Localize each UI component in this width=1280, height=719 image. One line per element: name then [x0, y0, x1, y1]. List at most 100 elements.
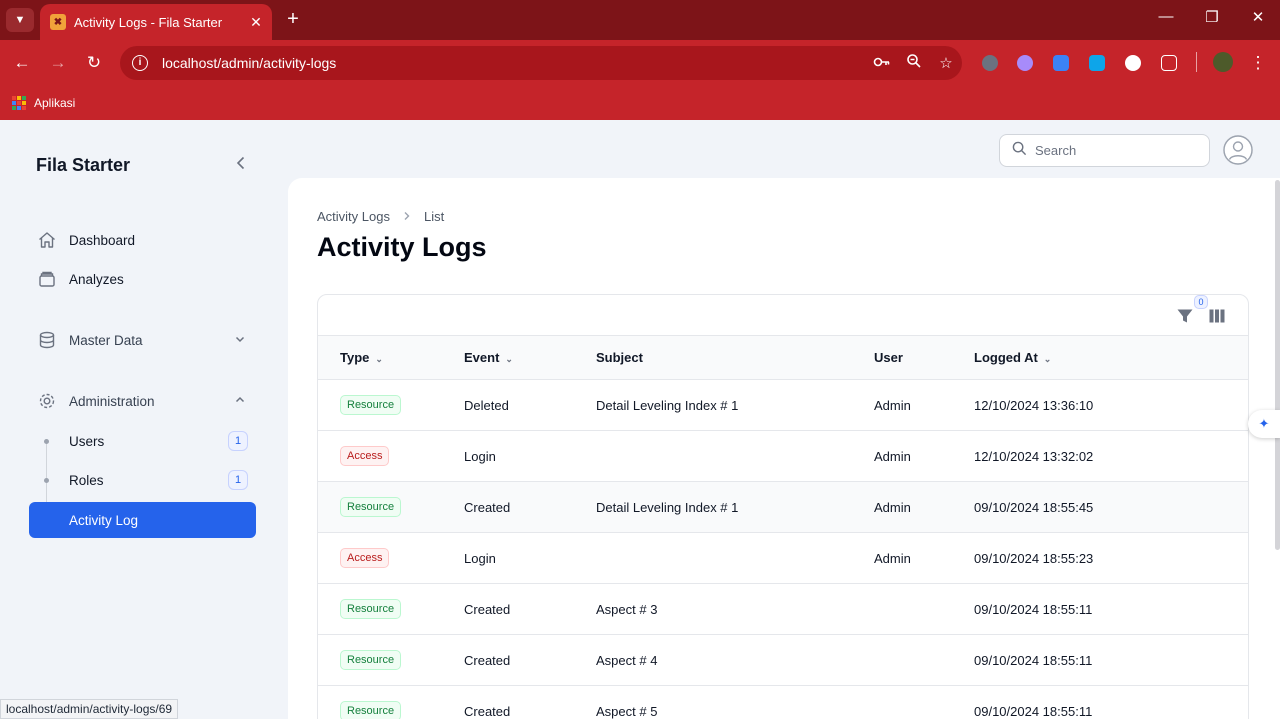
- chevron-up-icon[interactable]: [234, 394, 246, 409]
- table-row[interactable]: Resource Created Aspect # 4 09/10/2024 1…: [318, 634, 1248, 686]
- sidebar-group-master-data[interactable]: Master Data: [29, 322, 256, 358]
- browser-tab[interactable]: ✖ Activity Logs - Fila Starter ✕: [40, 4, 272, 40]
- extension-face-icon[interactable]: [1125, 55, 1141, 71]
- event-cell: Created: [464, 481, 596, 533]
- chevron-down-icon[interactable]: ⌄: [505, 354, 513, 364]
- bookmark-star-icon[interactable]: ☆: [930, 54, 962, 72]
- type-badge: Access: [340, 446, 390, 466]
- subject-cell: Detail Leveling Index # 1: [596, 379, 874, 431]
- global-search[interactable]: [999, 134, 1210, 167]
- forward-button[interactable]: →: [46, 51, 70, 75]
- tab-close-icon[interactable]: ✕: [246, 14, 266, 31]
- filter-count-badge: 0: [1194, 295, 1208, 309]
- breadcrumb: Activity Logs List: [317, 209, 444, 224]
- tab-search-chevron-icon[interactable]: ▼: [6, 8, 34, 32]
- apps-grid-icon[interactable]: [12, 96, 26, 110]
- table-header-row: Type ⌄ Event ⌄ Subject User Logged At ⌄: [318, 335, 1248, 380]
- logged-at-cell: 09/10/2024 18:55:45: [974, 481, 1248, 533]
- browser-menu-icon[interactable]: ⋮: [1246, 51, 1270, 75]
- sidebar-group-label: Master Data: [69, 332, 143, 348]
- user-cell: [874, 634, 974, 686]
- zoom-icon[interactable]: [898, 53, 930, 73]
- chevron-right-icon: [402, 209, 412, 224]
- status-bar-url: localhost/admin/activity-logs/69: [0, 699, 179, 719]
- breadcrumb-activity-logs[interactable]: Activity Logs: [317, 209, 390, 224]
- user-cell: Admin: [874, 430, 974, 482]
- type-badge: Resource: [340, 497, 402, 517]
- extension-translate-icon[interactable]: [1053, 55, 1069, 71]
- archive-box-icon: [37, 269, 57, 289]
- restore-window-button[interactable]: ❐: [1202, 8, 1222, 26]
- table-row[interactable]: Resource Created Aspect # 3 09/10/2024 1…: [318, 583, 1248, 635]
- logged-at-cell: 12/10/2024 13:36:10: [974, 379, 1248, 431]
- search-input[interactable]: [1035, 143, 1195, 158]
- browser-tab-bar: ▼ ✖ Activity Logs - Fila Starter ✕ + — ❐…: [0, 0, 1280, 40]
- user-cell: Admin: [874, 379, 974, 431]
- site-info-icon[interactable]: i: [132, 55, 148, 71]
- tab-title: Activity Logs - Fila Starter: [74, 14, 223, 30]
- logged-at-cell: 09/10/2024 18:55:11: [974, 634, 1248, 686]
- subject-cell: Aspect # 5: [596, 685, 874, 719]
- password-key-icon[interactable]: [866, 55, 898, 72]
- sidebar-item-dashboard[interactable]: Dashboard: [29, 222, 256, 258]
- floating-drop-icon[interactable]: ✦: [1248, 410, 1280, 438]
- url-text[interactable]: localhost/admin/activity-logs: [162, 55, 866, 71]
- subject-cell: Aspect # 3: [596, 583, 874, 635]
- column-header-user: User: [874, 335, 974, 380]
- chevron-down-icon[interactable]: ⌄: [1044, 354, 1052, 364]
- sidebar-item-label: Activity Log: [69, 512, 139, 528]
- sidebar-item-activity-log[interactable]: Activity Log: [29, 502, 256, 538]
- chevron-down-icon[interactable]: [234, 333, 246, 348]
- column-header-type[interactable]: Type ⌄: [318, 335, 464, 380]
- page-title: Activity Logs: [317, 232, 487, 262]
- table-row[interactable]: Resource Created Detail Leveling Index #…: [318, 481, 1248, 533]
- sidebar-group-administration[interactable]: Administration: [29, 383, 256, 419]
- user-avatar[interactable]: [1223, 135, 1253, 165]
- column-header-subject: Subject: [596, 335, 874, 380]
- chevron-down-icon[interactable]: ⌄: [375, 354, 383, 364]
- column-header-logged-at[interactable]: Logged At ⌄: [974, 335, 1248, 380]
- user-cell: [874, 685, 974, 719]
- extensions-puzzle-icon[interactable]: [1161, 55, 1177, 71]
- close-window-button[interactable]: ✕: [1248, 8, 1268, 26]
- column-toggle-icon[interactable]: [1208, 307, 1226, 325]
- subject-cell: [596, 430, 874, 482]
- extension-1-icon[interactable]: [982, 55, 998, 71]
- back-button[interactable]: ←: [10, 51, 34, 75]
- toolbar-divider: [1196, 52, 1197, 72]
- logged-at-cell: 09/10/2024 18:55:11: [974, 583, 1248, 635]
- table-row[interactable]: Resource Deleted Detail Leveling Index #…: [318, 379, 1248, 431]
- nav-dot: [44, 438, 49, 444]
- type-badge: Resource: [340, 701, 402, 719]
- table-row[interactable]: Resource Created Aspect # 5 09/10/2024 1…: [318, 685, 1248, 719]
- extension-drop-icon[interactable]: [1089, 55, 1105, 71]
- minimize-window-button[interactable]: —: [1156, 8, 1176, 25]
- sidebar-item-users[interactable]: Users 1: [29, 423, 256, 459]
- activity-log-table: Type ⌄ Event ⌄ Subject User Logged At ⌄ Res…: [318, 335, 1248, 719]
- type-badge: Resource: [340, 650, 402, 670]
- profile-avatar-icon[interactable]: [1213, 52, 1233, 72]
- logged-at-cell: 12/10/2024 13:32:02: [974, 430, 1248, 482]
- bookmark-apps[interactable]: Aplikasi: [34, 96, 75, 110]
- brand-name[interactable]: Fila Starter: [36, 155, 130, 176]
- new-tab-button[interactable]: +: [282, 8, 304, 32]
- user-cell: Admin: [874, 532, 974, 584]
- filter-icon[interactable]: [1176, 307, 1194, 325]
- type-badge: Resource: [340, 395, 402, 415]
- xampp-favicon-icon: ✖: [50, 14, 66, 30]
- sidebar-item-label: Roles: [69, 472, 104, 488]
- event-cell: Created: [464, 583, 596, 635]
- event-cell: Login: [464, 532, 596, 584]
- sidebar-item-analyzes[interactable]: Analyzes: [29, 261, 256, 297]
- search-icon: [1012, 141, 1027, 161]
- page-scrollbar[interactable]: [1275, 180, 1280, 550]
- user-cell: Admin: [874, 481, 974, 533]
- address-bar[interactable]: i localhost/admin/activity-logs ☆: [120, 46, 962, 80]
- sidebar-item-roles[interactable]: Roles 1: [29, 462, 256, 498]
- table-row[interactable]: Access Login Admin 09/10/2024 18:55:23: [318, 532, 1248, 584]
- column-header-event[interactable]: Event ⌄: [464, 335, 596, 380]
- table-row[interactable]: Access Login Admin 12/10/2024 13:32:02: [318, 430, 1248, 482]
- reload-button[interactable]: ↻: [82, 51, 106, 75]
- extension-settings-icon[interactable]: [1017, 55, 1033, 71]
- collapse-sidebar-chevron-left-icon[interactable]: [232, 154, 252, 174]
